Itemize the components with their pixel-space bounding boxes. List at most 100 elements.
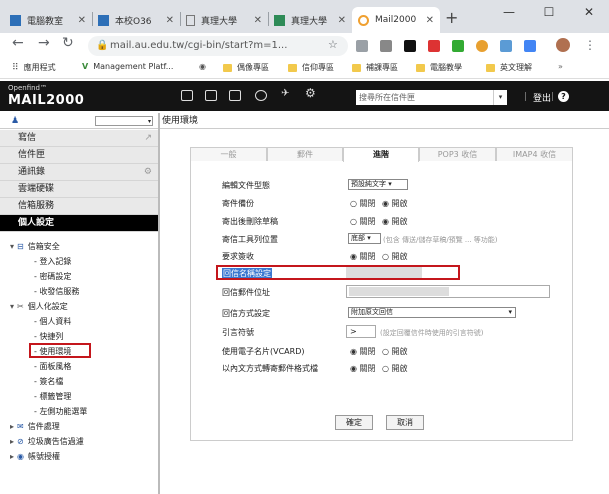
minimize-button[interactable]: — xyxy=(489,0,529,24)
bookmark-star-icon[interactable]: ☆ xyxy=(328,38,338,51)
user-bar: ♟ ▾ xyxy=(0,113,158,129)
panel-divider[interactable] xyxy=(158,113,160,494)
tree-item-shortcut-bar[interactable]: - 快捷列 xyxy=(34,331,63,342)
receipt-off-radio[interactable]: ◉ 關閉 xyxy=(350,251,376,262)
tree-item-signature[interactable]: - 簽名檔 xyxy=(34,376,63,387)
editor-select[interactable]: 預設純文字 ▾ xyxy=(348,179,408,190)
extension-icon[interactable] xyxy=(500,40,512,52)
bookmark-item[interactable]: ◉ xyxy=(199,62,211,71)
close-tab-icon[interactable]: ✕ xyxy=(166,15,174,26)
tree-item-mail-service[interactable]: - 收發信服務 xyxy=(34,286,79,297)
extension-icon[interactable] xyxy=(452,40,464,52)
extension-icon[interactable] xyxy=(404,40,416,52)
nav-mail-services[interactable]: 信箱服務 xyxy=(0,198,158,215)
bookmark-folder[interactable]: 偶像專區 xyxy=(223,62,269,73)
toolbar-position-select[interactable]: 底部 ▾ xyxy=(348,233,381,244)
nav-mailboxes[interactable]: 信件匣 xyxy=(0,147,158,164)
browser-tab-active[interactable]: Mail2000 ✕ xyxy=(352,7,440,33)
tree-item-profile[interactable]: - 個人資料 xyxy=(34,316,71,327)
close-tab-icon[interactable]: ✕ xyxy=(78,15,86,26)
tab-general[interactable]: 一般 xyxy=(190,147,267,161)
close-tab-icon[interactable]: ✕ xyxy=(254,15,262,26)
tree-group-spam-filter[interactable]: ▸ ⊘ 垃圾廣告信過濾 xyxy=(10,436,84,447)
bookmarks-bar: ⠿ 應用程式 V Management Platf... ◉ 偶像專區 信仰專區 補… xyxy=(0,59,609,79)
reply-mode-select[interactable]: 附加原文回信 ▾ xyxy=(348,307,516,318)
tree-item-login-log[interactable]: - 登入記錄 xyxy=(34,256,71,267)
forward-icon[interactable]: → xyxy=(38,35,50,51)
contacts-icon[interactable] xyxy=(229,90,241,101)
extension-icon[interactable] xyxy=(428,40,440,52)
gear-icon[interactable]: ⚙ xyxy=(305,86,317,100)
tree-group-security[interactable]: ▾ ⊟ 信箱安全 xyxy=(10,241,60,252)
delete-draft-on-radio[interactable]: ◉ 開啟 xyxy=(382,216,408,227)
inline-attach-on-radio[interactable]: ○ 開啟 xyxy=(382,363,408,374)
browser-tab[interactable]: 真理大學 ✕ xyxy=(268,7,352,33)
tree-group-personalization[interactable]: ▾ ✂ 個人化設定 xyxy=(10,301,68,312)
search-dropdown-button[interactable]: ▾ xyxy=(493,90,507,105)
collapse-icon: ▸ xyxy=(10,422,15,431)
nav-contacts[interactable]: 通訊錄 ⚙ xyxy=(0,164,158,181)
new-tab-button[interactable]: + xyxy=(445,8,458,27)
highlight-box xyxy=(29,343,91,358)
drive-icon[interactable] xyxy=(255,90,267,101)
calendar-icon[interactable] xyxy=(205,90,217,101)
reload-icon[interactable]: ↻ xyxy=(62,35,74,51)
tab-pop3[interactable]: POP3 收信 xyxy=(419,147,496,161)
tab-mail[interactable]: 郵件 xyxy=(267,147,343,161)
close-tab-icon[interactable]: ✕ xyxy=(426,15,434,26)
extension-icon[interactable] xyxy=(476,40,488,52)
bookmark-apps[interactable]: ⠿ 應用程式 xyxy=(12,62,56,73)
bookmark-folder[interactable]: 信仰專區 xyxy=(288,62,334,73)
avatar[interactable] xyxy=(556,38,570,52)
tree-group-account-auth[interactable]: ▸ ◉ 帳號授權 xyxy=(10,451,60,462)
account-select[interactable]: ▾ xyxy=(95,116,153,126)
bookmark-folder[interactable]: 電腦教學 xyxy=(416,62,462,73)
address-bar[interactable]: 🔒 mail.au.edu.tw/cgi-bin/start?m=1... xyxy=(88,36,348,56)
save-copy-on-radio[interactable]: ◉ 開啟 xyxy=(382,198,408,209)
tree-group-mail-handling[interactable]: ▸ ✉ 信件處理 xyxy=(10,421,60,432)
more-bookmarks-icon[interactable]: » xyxy=(558,62,563,71)
tree-item-labels[interactable]: - 標籤管理 xyxy=(34,391,71,402)
browser-tab[interactable]: 本校O36 ✕ xyxy=(92,7,180,33)
tree-item-left-menu[interactable]: - 左側功能選單 xyxy=(34,406,87,417)
close-tab-icon[interactable]: ✕ xyxy=(338,15,346,26)
save-copy-off-radio[interactable]: ○ 關閉 xyxy=(350,198,376,209)
tag-icon[interactable]: ✈ xyxy=(281,88,293,99)
tree-item-password[interactable]: - 密碼設定 xyxy=(34,271,71,282)
extension-icon[interactable] xyxy=(356,40,368,52)
mail-icon[interactable] xyxy=(181,90,193,101)
nav-cloud-drive[interactable]: 雲端硬碟 xyxy=(0,181,158,198)
cancel-button[interactable]: 取消 xyxy=(386,415,424,430)
user-icon[interactable]: ♟ xyxy=(11,116,19,126)
ok-button[interactable]: 確定 xyxy=(335,415,373,430)
extension-icon[interactable] xyxy=(380,40,392,52)
browser-tab[interactable]: 真理大學 ✕ xyxy=(180,7,268,33)
inline-attach-off-radio[interactable]: ◉ 關閉 xyxy=(350,363,376,374)
vcard-on-radio[interactable]: ○ 開啟 xyxy=(382,346,408,357)
close-window-button[interactable]: ✕ xyxy=(569,0,609,24)
bookmark-folder[interactable]: 補課專區 xyxy=(352,62,398,73)
quote-input[interactable]: > xyxy=(346,325,376,338)
extension-icon[interactable] xyxy=(524,40,536,52)
tab-advanced[interactable]: 進階 xyxy=(343,147,419,162)
vcard-off-radio[interactable]: ◉ 關閉 xyxy=(350,346,376,357)
shield-icon: ⊟ xyxy=(17,242,24,251)
bookmark-item[interactable]: V Management Platf... xyxy=(82,62,173,71)
popout-icon[interactable]: ↗ xyxy=(144,130,152,147)
tree-item-theme[interactable]: - 面板風格 xyxy=(34,361,71,372)
menu-icon[interactable]: ⋮ xyxy=(584,38,596,52)
reply-address-input[interactable] xyxy=(346,285,550,298)
tab-imap4[interactable]: IMAP4 收信 xyxy=(496,147,573,161)
receipt-on-radio[interactable]: ○ 開啟 xyxy=(382,251,408,262)
search-input[interactable]: 搜尋所在信件匣 xyxy=(356,90,494,105)
bookmark-folder[interactable]: 英文理解 xyxy=(486,62,532,73)
gear-icon[interactable]: ⚙ xyxy=(144,164,152,181)
browser-tab[interactable]: 電腦教室 ✕ xyxy=(4,7,92,33)
nav-compose[interactable]: 寫信 ↗ xyxy=(0,130,158,147)
nav-personal-settings[interactable]: 個人設定 xyxy=(0,215,158,232)
maximize-button[interactable]: ☐ xyxy=(529,0,569,24)
back-icon[interactable]: ← xyxy=(12,35,24,51)
logout-link[interactable]: 登出 xyxy=(533,91,551,104)
help-icon[interactable]: ? xyxy=(558,91,569,102)
delete-draft-off-radio[interactable]: ○ 關閉 xyxy=(350,216,376,227)
